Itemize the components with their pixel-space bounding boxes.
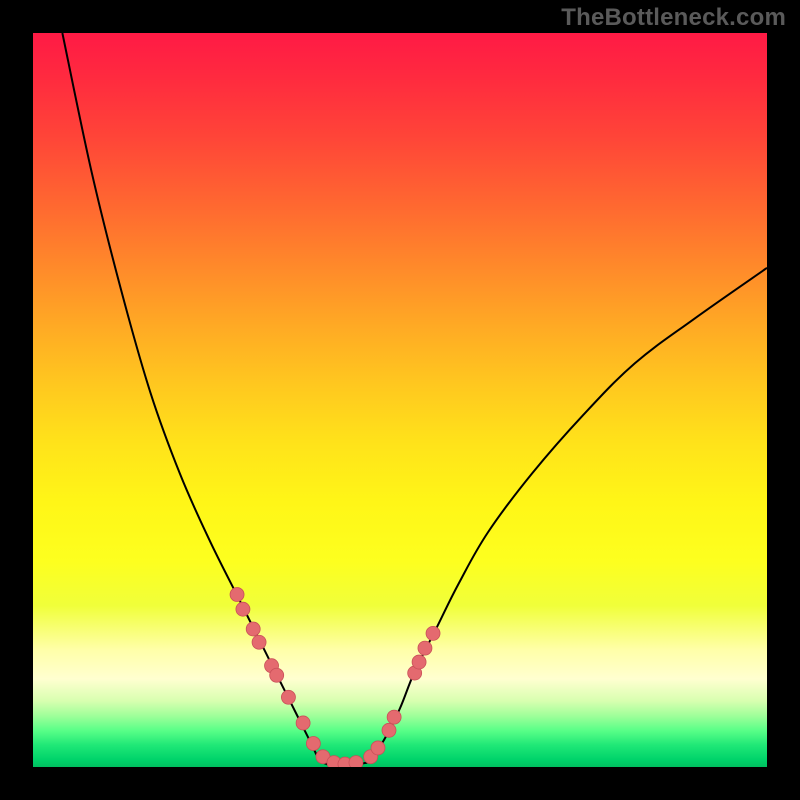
scatter-dot <box>412 655 426 669</box>
plot-area <box>33 33 767 767</box>
scatter-dot <box>371 741 385 755</box>
scatter-dot <box>426 626 440 640</box>
scatter-dot <box>387 710 401 724</box>
scatter-dot <box>418 641 432 655</box>
scatter-dots <box>230 588 440 767</box>
bottleneck-curve <box>62 33 767 766</box>
scatter-dot <box>296 716 310 730</box>
scatter-dot <box>349 756 363 767</box>
scatter-dot <box>270 668 284 682</box>
scatter-dot <box>230 588 244 602</box>
scatter-dot <box>281 690 295 704</box>
scatter-dot <box>306 737 320 751</box>
scatter-dot <box>382 723 396 737</box>
scatter-dot <box>252 635 266 649</box>
curves-svg <box>33 33 767 767</box>
scatter-dot <box>246 622 260 636</box>
bottleneck-curve-path <box>62 33 767 766</box>
attribution-label: TheBottleneck.com <box>561 4 786 32</box>
scatter-dot <box>236 602 250 616</box>
chart-frame: TheBottleneck.com <box>0 0 800 800</box>
